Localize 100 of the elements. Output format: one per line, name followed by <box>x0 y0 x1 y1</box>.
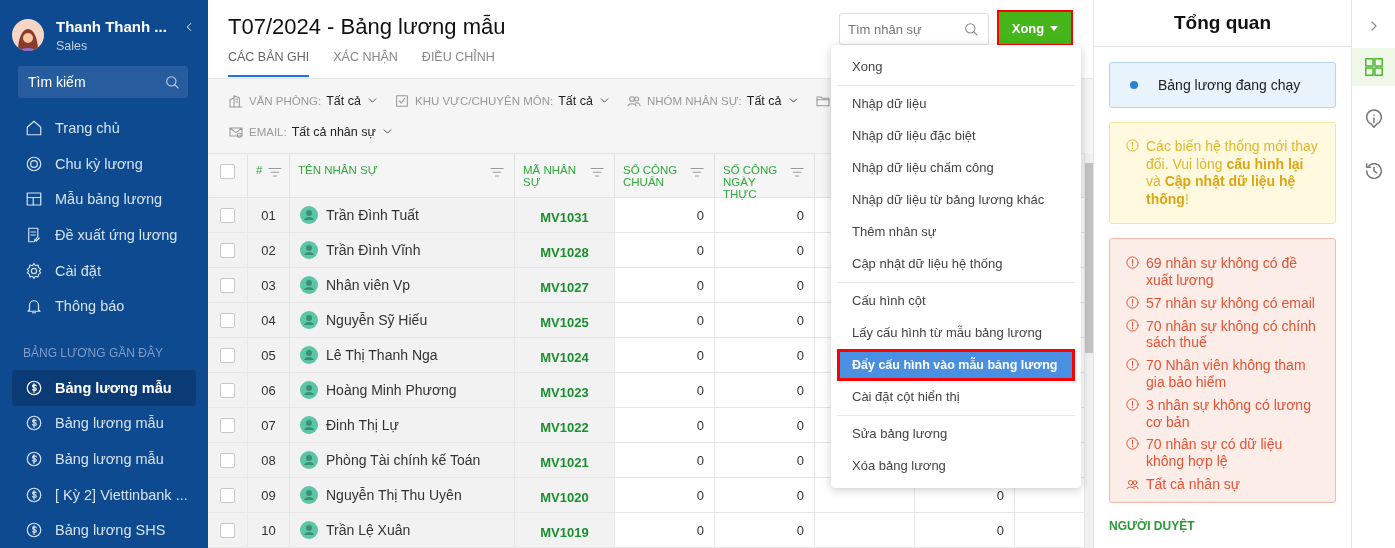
user-name: Thanh Thanh ... <box>56 17 168 35</box>
menu-item[interactable]: Xong <box>837 51 1075 83</box>
employee-name: Nguyễn Sỹ Hiếu <box>326 312 428 328</box>
employee-name: Trần Lệ Xuân <box>326 522 411 538</box>
column-header: # <box>256 164 263 176</box>
menu-item[interactable]: Sửa bảng lương <box>837 418 1075 450</box>
menu-item[interactable]: Xóa bảng lương <box>837 450 1075 482</box>
employee-code: MV1024 <box>540 349 589 365</box>
status-text: Bảng lương đang chạy <box>1158 77 1301 94</box>
recent-payroll-item[interactable]: Bảng lương SHS <box>12 512 196 548</box>
table-cell: 0 <box>696 522 704 538</box>
employee-code: MV1019 <box>540 524 589 540</box>
error-text: 70 Nhân viên không tham gia bảo hiểm <box>1146 357 1307 391</box>
recent-payroll-item[interactable]: Bảng lương mẫu <box>12 441 196 477</box>
table-cell: 0 <box>696 347 704 363</box>
table-cell: 0 <box>796 277 804 293</box>
filter-dropdown[interactable]: EMAIL: Tất cả nhân sự <box>228 116 394 147</box>
column-header: SỐ CÔNG CHUẨN <box>623 164 679 188</box>
nav-item[interactable]: Chu kỳ lương <box>12 145 196 182</box>
recent-payroll-item[interactable]: Bảng lương mẫu <box>12 405 196 442</box>
search-field[interactable]: Tìm nhân sự <box>839 13 989 45</box>
column-header: SỐ CÔNG NGÀY THỰC <box>723 164 779 200</box>
employee-name: Trần Đình Vĩnh <box>326 242 421 258</box>
menu-item[interactable]: Cài đặt cột hiển thị <box>837 381 1075 413</box>
employee-name: Đinh Thị Lự <box>326 417 399 433</box>
table-cell: 0 <box>696 242 704 258</box>
menu-item[interactable]: Nhập dữ liệu đặc biệt <box>837 120 1075 152</box>
nav-item[interactable]: Đề xuất ứng lương <box>12 217 196 253</box>
table-cell: 0 <box>796 522 804 538</box>
filter-dropdown[interactable]: KHU VỰC/CHUYÊN MÔN: Tất cả <box>393 85 611 116</box>
nav-item[interactable]: Thông báo <box>12 288 196 324</box>
user-role: Sales <box>56 38 89 53</box>
employee-name: Phòng Tài chính kế Toán <box>326 452 481 468</box>
error-text: 70 nhân sự không có chính sách thuế <box>1146 317 1317 352</box>
nav-item[interactable]: Trang chủ <box>12 110 196 146</box>
table-cell: 0 <box>796 487 804 503</box>
warning-text: Các biến hệ thống mới thay đổi. Vui lòng cấu hình lại và Cập nhật dữ liệu hệ thống! <box>1146 138 1319 209</box>
table-cell: 0 <box>696 417 704 433</box>
menu-item[interactable]: Nhập dữ liệu chấm công <box>837 152 1075 184</box>
menu-item[interactable]: Nhập dữ liệu <box>837 88 1075 120</box>
employee-code: MV1020 <box>540 489 589 505</box>
row-number: 10 <box>261 522 276 538</box>
column-header: MÃ NHÂN SỰ <box>523 164 578 188</box>
menu-item[interactable]: Cấu hình cột <box>837 285 1075 317</box>
employee-name: Trần Đình Tuất <box>326 207 419 223</box>
menu-item[interactable]: Nhập dữ liệu từ bảng lương khác <box>837 184 1075 216</box>
menu-item[interactable]: Lấy cấu hình từ mẫu bảng lương <box>837 317 1075 349</box>
filter-dropdown[interactable]: VĂN PHÒNG: Tất cả <box>228 85 379 116</box>
table-cell: 0 <box>696 452 704 468</box>
row-number: 06 <box>261 382 276 398</box>
error-text: 57 nhân sự không có email <box>1146 294 1315 312</box>
section-title: NGƯỜI DUYỆT <box>1109 519 1196 533</box>
row-number: 01 <box>261 207 276 223</box>
menu-item[interactable]: Cập nhật dữ liệu hệ thống <box>837 248 1075 280</box>
error-text: 70 nhân sự có dữ liệu không hợp lệ <box>1146 436 1284 470</box>
row-number: 05 <box>261 347 276 363</box>
employee-name: Nguyễn Thị Thu Uyên <box>326 487 462 503</box>
employee-name: Hoàng Minh Phương <box>326 382 457 398</box>
table-cell: 0 <box>996 487 1004 503</box>
row-number: 02 <box>261 242 276 258</box>
table-cell: 0 <box>796 382 804 398</box>
column-header: TÊN NHÂN SỰ <box>298 164 378 176</box>
employee-code: MV1025 <box>540 314 589 330</box>
table-cell: 0 <box>696 487 704 503</box>
filter-dropdown[interactable]: NHÓM NHÂN SỰ: Tất cả <box>625 85 800 116</box>
table-cell: 0 <box>696 312 704 328</box>
table-cell: 0 <box>796 452 804 468</box>
nav-item[interactable]: Mẫu bảng lương <box>12 181 196 218</box>
recent-payroll-item[interactable]: Bảng lương mẫu <box>12 369 196 406</box>
employee-code: MV1023 <box>540 384 589 400</box>
error-text: 69 nhân sự không có đề xuất lương <box>1146 255 1299 289</box>
row-number: 03 <box>261 277 276 293</box>
table-cell: 0 <box>796 312 804 328</box>
row-number: 04 <box>261 312 276 328</box>
table-cell: 0 <box>696 382 704 398</box>
employee-code: MV1021 <box>540 454 589 470</box>
table-cell: 0 <box>996 522 1004 538</box>
section-title: BẢNG LƯƠNG GẦN ĐÂY <box>22 344 164 362</box>
employee-code: MV1031 <box>540 209 589 225</box>
table-cell: 0 <box>796 242 804 258</box>
page-title: T07/2024 - Bảng lương mẫu <box>228 13 507 41</box>
row-number: 07 <box>261 417 276 433</box>
tab[interactable]: XÁC NHẬN <box>333 49 398 77</box>
tab[interactable]: ĐIỀU CHỈNH <box>421 49 495 77</box>
employee-code: MV1028 <box>540 244 589 260</box>
employee-name: Lê Thị Thanh Nga <box>326 347 438 363</box>
table-cell: 0 <box>796 417 804 433</box>
row-number: 09 <box>261 487 276 503</box>
search-field[interactable]: Tìm kiếm <box>18 66 188 99</box>
nav-item[interactable]: Cài đặt <box>12 252 196 289</box>
table-cell: 0 <box>696 277 704 293</box>
recent-payroll-item[interactable]: [ Kỳ 2] Viettinbank ... <box>12 476 196 513</box>
error-text: 3 nhân sự không có lương cơ bản <box>1146 396 1312 431</box>
table-cell: 0 <box>796 347 804 363</box>
panel-title: Tổng quan <box>1094 0 1351 48</box>
row-number: 08 <box>261 452 276 468</box>
table-cell: 0 <box>696 207 704 223</box>
menu-item[interactable]: Thêm nhân sự <box>837 216 1075 248</box>
employee-code: MV1027 <box>540 279 589 295</box>
employee-code: MV1022 <box>540 419 589 435</box>
